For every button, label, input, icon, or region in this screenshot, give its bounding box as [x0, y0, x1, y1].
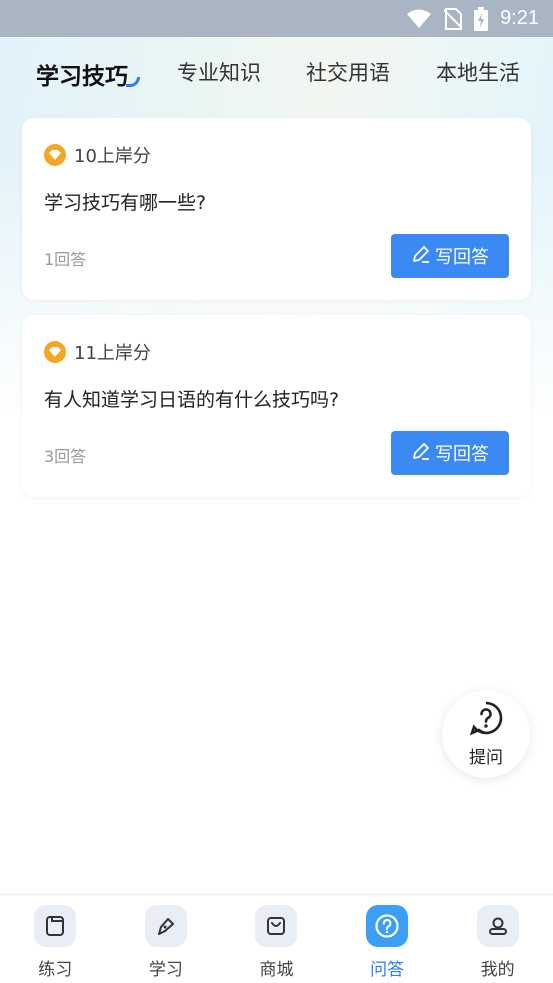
category-tabs: 学习技巧 专业知识 社交用语 本地生活 — [0, 52, 553, 92]
practice-icon — [34, 905, 77, 947]
write-answer-button[interactable]: 写回答 — [391, 234, 509, 278]
nav-profile-label: 我的 — [480, 960, 515, 980]
diamond-coin-icon — [44, 144, 66, 166]
diamond-coin-icon — [44, 341, 66, 363]
edit-pen-icon — [411, 244, 431, 269]
answer-count: 3回答 — [44, 447, 87, 466]
nav-practice-label: 练习 — [38, 960, 73, 980]
status-bar: 9:21 — [0, 0, 553, 37]
write-answer-button[interactable]: 写回答 — [391, 431, 509, 475]
nav-shop-label: 商城 — [259, 960, 294, 980]
pen-icon — [144, 905, 187, 947]
nav-shop[interactable]: 商城 — [221, 895, 332, 983]
ask-question-label: 提问 — [469, 747, 503, 768]
write-answer-label: 写回答 — [435, 247, 489, 268]
reward-points: 11上岸分 — [74, 343, 151, 364]
wifi-icon — [406, 9, 432, 29]
battery-charging-icon — [474, 6, 489, 31]
reward-badge: 10上岸分 — [44, 142, 151, 168]
question-title[interactable]: 学习技巧有哪一些? — [44, 188, 206, 215]
question-card[interactable]: 10上岸分 学习技巧有哪一些? 1回答 写回答 — [22, 118, 531, 300]
nav-practice[interactable]: 练习 — [0, 895, 111, 983]
question-card[interactable]: 11上岸分 有人知道学习日语的有什么技巧吗? 3回答 写回答 — [22, 315, 531, 497]
reward-badge: 11上岸分 — [44, 339, 151, 365]
shop-bag-icon — [255, 905, 298, 947]
edit-pen-icon — [411, 441, 431, 466]
profile-icon — [476, 905, 519, 947]
tab-active-indicator — [126, 77, 140, 87]
tab-social-phrases[interactable]: 社交用语 — [306, 57, 390, 87]
question-icon — [366, 905, 409, 947]
nav-qa[interactable]: 问答 — [332, 895, 443, 983]
question-bubble-icon — [469, 701, 503, 739]
bottom-navigation: 练习 学习 商城 问答 我的 — [0, 894, 553, 983]
nav-profile[interactable]: 我的 — [442, 895, 553, 983]
tab-study-tips[interactable]: 学习技巧 — [36, 57, 128, 91]
ask-question-button[interactable]: 提问 — [442, 690, 530, 778]
write-answer-label: 写回答 — [435, 444, 489, 465]
status-time: 9:21 — [500, 7, 539, 29]
nav-study-label: 学习 — [148, 960, 183, 980]
reward-points: 10上岸分 — [74, 146, 151, 167]
tab-local-life[interactable]: 本地生活 — [436, 57, 520, 87]
tab-professional-knowledge[interactable]: 专业知识 — [177, 57, 261, 87]
answer-count: 1回答 — [44, 250, 87, 269]
question-title[interactable]: 有人知道学习日语的有什么技巧吗? — [44, 385, 339, 412]
nav-qa-label: 问答 — [370, 960, 405, 980]
no-sim-icon — [444, 7, 463, 30]
nav-study[interactable]: 学习 — [111, 895, 222, 983]
